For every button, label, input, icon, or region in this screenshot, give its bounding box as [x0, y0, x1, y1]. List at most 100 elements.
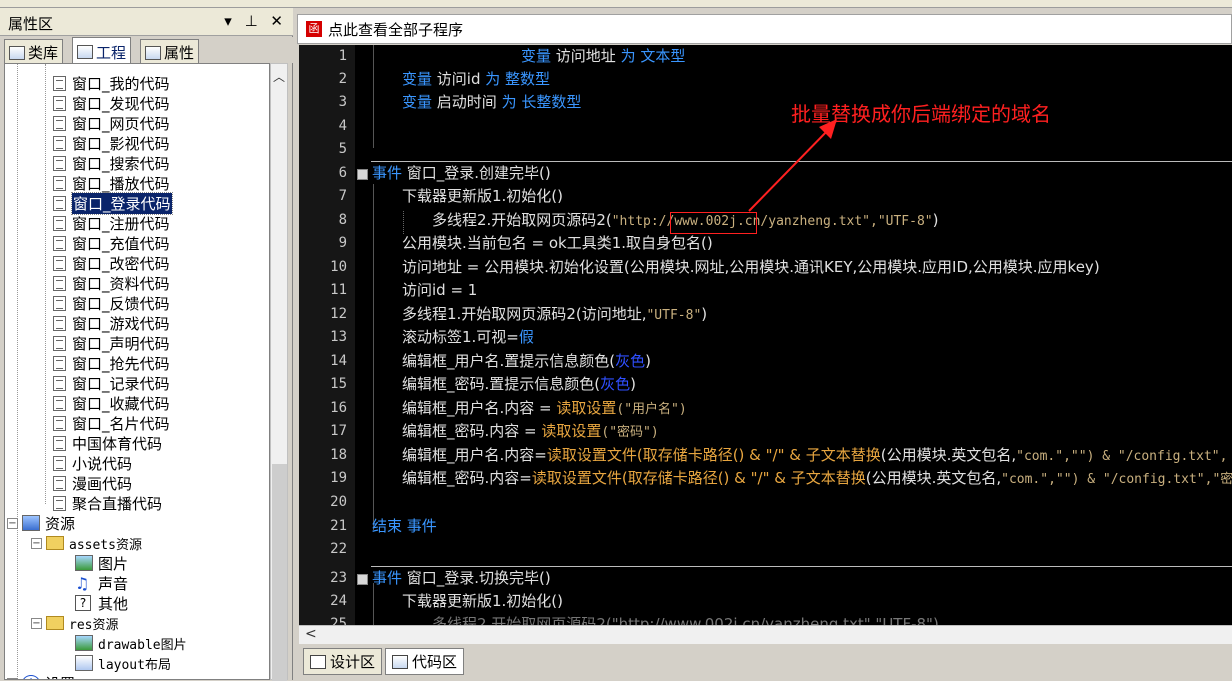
properties-panel: 属性区 ▾ ⊥ ✕ 类库 工程 属性 窗口_我的代码 窗口_发现代码 窗口_网页代码… — [0, 8, 293, 681]
tree-item-window[interactable]: 窗口_资料代码 — [53, 273, 170, 293]
subroutine-selector-label: 点此查看全部子程序 — [328, 20, 464, 39]
subroutine-selector[interactable]: 函 点此查看全部子程序 — [297, 14, 1232, 44]
code-line-3: 变量 启动时间 为 长整数型 — [402, 93, 582, 111]
tree-item-window[interactable]: 窗口_注册代码 — [53, 213, 170, 233]
tree-item-label: 窗口_游戏代码 — [72, 314, 170, 333]
tree-item-window[interactable]: 窗口_充值代码 — [53, 233, 170, 253]
annotation-text: 批量替换成你后端绑定的域名 — [791, 102, 1051, 126]
tree-node-assets[interactable]: − assets资源 — [31, 533, 142, 553]
tab-library[interactable]: 类库 — [4, 39, 64, 63]
indent-guide — [373, 184, 374, 530]
tree-node-drawable[interactable]: drawable图片 — [75, 633, 187, 653]
line-number: 11 — [330, 282, 347, 298]
code-editor-pane: 函 点此查看全部子程序 1 2 3 4 5 6 7 8 9 10 11 12 13 14 15 16 17 18 1… — [297, 8, 1232, 680]
tab-code[interactable]: 代码区 — [385, 648, 465, 675]
tree-item-window[interactable]: 窗口_抢先代码 — [53, 353, 170, 373]
tree-item-window[interactable]: 窗口_游戏代码 — [53, 313, 170, 333]
tree-item-label: 中国体育代码 — [72, 434, 163, 453]
tree-item-window[interactable]: 窗口_我的代码 — [53, 73, 170, 93]
tree-item-window[interactable]: 窗口_登录代码 — [53, 191, 173, 215]
tree-item-window[interactable]: 窗口_声明代码 — [53, 333, 170, 353]
tree-node-res[interactable]: − res资源 — [31, 613, 118, 633]
tree-item-label: 窗口_名片代码 — [72, 414, 170, 433]
document-icon — [53, 75, 66, 91]
line-number: 7 — [338, 188, 347, 204]
tree-node-other[interactable]: ? 其他 — [75, 593, 128, 613]
document-icon — [53, 355, 66, 371]
document-icon — [53, 295, 66, 311]
line-number: 6 — [338, 165, 347, 181]
document-icon — [53, 95, 66, 111]
scroll-thumb[interactable] — [272, 464, 287, 681]
properties-icon — [145, 45, 161, 60]
tree-item-label: 漫画代码 — [72, 474, 133, 493]
scroll-up-icon[interactable]: ︿ — [273, 68, 285, 85]
tree-item-window[interactable]: 漫画代码 — [53, 473, 132, 493]
tab-project[interactable]: 工程 — [72, 37, 132, 64]
document-icon — [53, 375, 66, 391]
line-number: 9 — [338, 235, 347, 251]
tree-item-window[interactable]: 聚合直播代码 — [53, 493, 162, 513]
document-icon — [53, 435, 66, 451]
tree-item-window[interactable]: 窗口_搜索代码 — [53, 153, 170, 173]
document-icon — [53, 415, 66, 431]
code-line-10: 访问地址 = 公用模块.初始化设置(公用模块.网址,公用模块.通讯KEY,公用模… — [402, 258, 1100, 276]
tree-item-window[interactable]: 窗口_反馈代码 — [53, 293, 170, 313]
tab-properties[interactable]: 属性 — [140, 39, 200, 63]
tree-item-window[interactable]: 窗口_发现代码 — [53, 93, 170, 113]
tree-node-resources[interactable]: − 资源 — [7, 513, 75, 533]
library-icon — [9, 45, 25, 60]
tree-item-window[interactable]: 窗口_影视代码 — [53, 133, 170, 153]
code-line-12: 多线程1.开始取网页源码2(访问地址,"UTF-8") — [402, 305, 708, 323]
indent-guide — [373, 45, 374, 148]
code-line-13: 滚动标签1.可视=假 — [402, 328, 534, 346]
code-area[interactable]: 1 2 3 4 5 6 7 8 9 10 11 12 13 14 15 16 17 18 19 20 21 22 23 24 2… — [299, 45, 1232, 625]
tree-item-label: 小说代码 — [72, 454, 133, 473]
tree-item-window[interactable]: 中国体育代码 — [53, 433, 162, 453]
domain-highlight-box — [670, 212, 757, 234]
tree-item-label: 聚合直播代码 — [72, 494, 163, 513]
tree-node-layout[interactable]: layout布局 — [75, 653, 171, 673]
tree-item-window[interactable]: 窗口_网页代码 — [53, 113, 170, 133]
tree-item-label: 窗口_资料代码 — [72, 274, 170, 293]
collapse-icon[interactable]: − — [31, 617, 42, 629]
document-icon — [53, 115, 66, 131]
music-note-icon: ♫ — [75, 573, 90, 593]
tree-guide-line — [45, 64, 46, 504]
tree-item-label: 窗口_搜索代码 — [72, 154, 170, 173]
horizontal-scrollbar[interactable]: < — [299, 625, 1232, 644]
tree-item-window[interactable]: 窗口_记录代码 — [53, 373, 170, 393]
tree-item-window[interactable]: 窗口_改密代码 — [53, 253, 170, 273]
panel-window-buttons[interactable]: ▾ ⊥ ✕ — [224, 12, 287, 30]
document-icon — [53, 475, 66, 491]
tree-guide-line — [17, 64, 18, 679]
resources-icon — [22, 515, 40, 531]
scroll-left-icon[interactable]: < — [305, 626, 317, 642]
line-number: 10 — [330, 259, 347, 275]
code-line-14: 编辑框_用户名.置提示信息颜色(灰色) — [402, 352, 651, 370]
code-line-18: 编辑框_用户名.内容=读取设置文件(取存储卡路径() & "/" & 子文本替换… — [402, 446, 1228, 464]
tree-item-window[interactable]: 窗口_播放代码 — [53, 173, 170, 193]
tree-item-window[interactable]: 窗口_收藏代码 — [53, 393, 170, 413]
panel-tabs: 类库 工程 属性 — [0, 37, 293, 64]
tree-item-label: 窗口_充值代码 — [72, 234, 170, 253]
tree-node-images[interactable]: 图片 — [75, 553, 128, 573]
document-icon — [53, 315, 66, 331]
code-line-17: 编辑框_密码.内容 = 读取设置("密码") — [402, 422, 659, 440]
tab-design[interactable]: 设计区 — [303, 648, 383, 675]
code-line-19: 编辑框_密码.内容=读取设置文件(取存储卡路径() & "/" & 子文本替换(… — [402, 469, 1232, 487]
panel-title-bar: 属性区 ▾ ⊥ ✕ — [0, 8, 293, 36]
tree-item-window[interactable]: 窗口_名片代码 — [53, 413, 170, 433]
code-line-6: 事件 窗口_登录.创建完毕() — [372, 164, 551, 182]
tree-item-window[interactable]: 小说代码 — [53, 453, 132, 473]
line-number: 14 — [330, 353, 347, 369]
fold-marker[interactable] — [357, 169, 368, 180]
tree-item-label: 窗口_记录代码 — [72, 374, 170, 393]
collapse-icon[interactable]: − — [31, 537, 42, 549]
tree-scrollbar[interactable]: ︿ — [270, 63, 288, 681]
tree-node-sounds[interactable]: ♫ 声音 — [75, 573, 128, 593]
collapse-icon[interactable]: − — [7, 517, 18, 529]
tree-node-settings[interactable]: − i 设置 — [7, 673, 75, 679]
tree-item-label: 窗口_我的代码 — [72, 74, 170, 93]
fold-marker[interactable] — [357, 574, 368, 585]
